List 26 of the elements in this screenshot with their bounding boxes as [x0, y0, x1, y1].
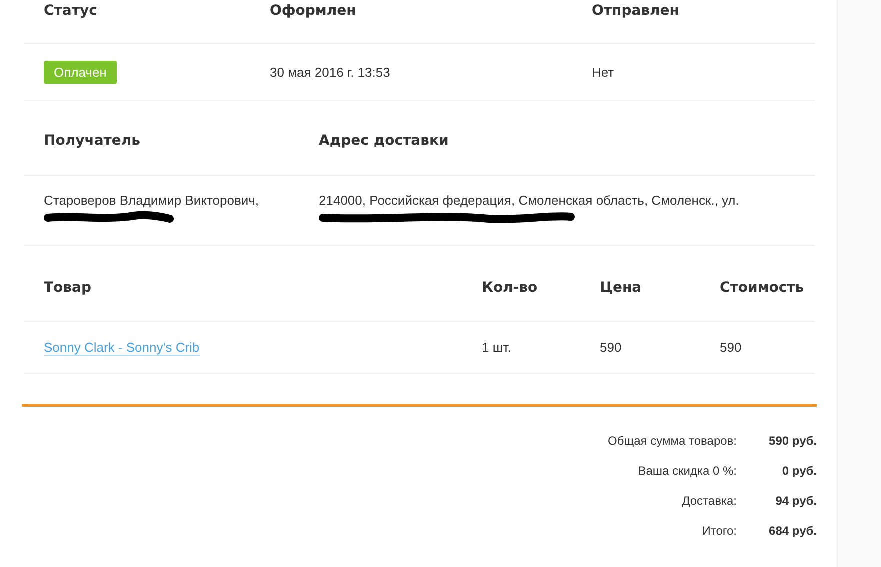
quantity-cell-text: 1 шт. [482, 340, 512, 355]
column-heading: Отправлен [592, 3, 680, 19]
total-value: 94 руб. [774, 494, 817, 508]
delivery-address: 214000, Российская федерация, Смоленская область, Смоленск., ул. [319, 193, 740, 208]
total-value: 0 руб. [781, 464, 817, 478]
column-heading: Получатель [44, 133, 142, 149]
column-heading: Товар [44, 280, 92, 296]
price-cell-text: 590 [600, 340, 623, 355]
total-label: Доставка: [682, 494, 737, 508]
order-date: 30 мая 2016 г. 13:53 [270, 64, 392, 80]
cost-cell-text: 590 [720, 340, 743, 355]
total-label: Итого: [702, 524, 737, 538]
column-heading: Оформлен [270, 3, 358, 19]
recipient-name: Староверов Владимир Викторович, [44, 193, 260, 208]
total-label: Общая сумма товаров: [608, 434, 737, 448]
total-value: 684 руб. [768, 524, 817, 538]
total-label: Ваша скидка 0 %: [638, 464, 737, 478]
column-heading: Кол-во [482, 280, 539, 296]
column-heading: Статус [44, 3, 98, 19]
shipped-status: Нет [592, 64, 616, 80]
total-value: 590 руб. [768, 434, 817, 448]
status-badge: Оплачен [44, 60, 117, 84]
column-heading: Стоимость [720, 280, 806, 296]
column-heading: Цена [600, 280, 643, 296]
product-link[interactable]: Sonny Clark - Sonny's Crib [44, 340, 200, 356]
column-heading: Адрес доставки [319, 133, 450, 149]
